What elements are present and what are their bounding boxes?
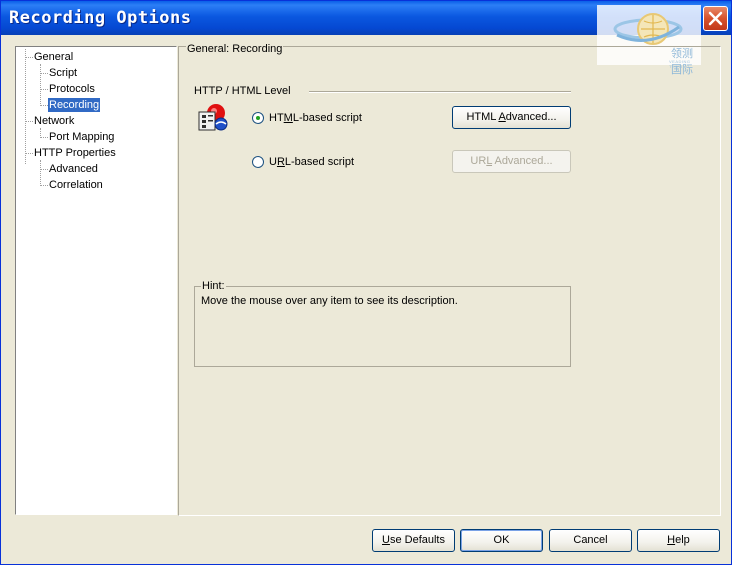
- use-defaults-button[interactable]: Use Defaults: [372, 529, 455, 552]
- recording-options-window: Recording Options 领测国际 VEADING TESTING G…: [0, 0, 732, 565]
- options-tree[interactable]: General Script Protocols Recording Netwo…: [15, 46, 177, 515]
- hint-text: Move the mouse over any item to see its …: [201, 295, 458, 307]
- tree-item-recording[interactable]: Recording: [48, 98, 101, 112]
- html-based-script-radio[interactable]: [252, 112, 264, 124]
- tree-connector: [25, 153, 33, 154]
- group-title-http-html-level: HTTP / HTML Level: [194, 85, 291, 97]
- html-based-script-label[interactable]: HTML-based script: [269, 112, 362, 124]
- tree-connector: [25, 49, 26, 164]
- tree-connector: [40, 169, 48, 170]
- tree-connector: [40, 137, 48, 138]
- tree-connector: [40, 105, 48, 106]
- tree-connector: [40, 89, 48, 90]
- close-button[interactable]: [703, 6, 728, 31]
- hint-title: Hint:: [201, 280, 226, 292]
- close-icon: [708, 11, 723, 26]
- tree-connector: [40, 185, 48, 186]
- tree-connector: [40, 64, 41, 106]
- html-advanced-button[interactable]: HTML Advanced...: [452, 106, 571, 129]
- tree-item-http-properties[interactable]: HTTP Properties: [33, 146, 117, 160]
- tree-item-port-mapping[interactable]: Port Mapping: [48, 130, 115, 144]
- url-based-script-radio[interactable]: [252, 156, 264, 168]
- url-based-script-label[interactable]: URL-based script: [269, 156, 354, 168]
- tree-connector: [25, 121, 33, 122]
- tree-item-network[interactable]: Network: [33, 114, 75, 128]
- window-title: Recording Options: [9, 8, 192, 28]
- tree-connector: [25, 57, 33, 58]
- globe-icon: [613, 13, 683, 45]
- tree-item-protocols[interactable]: Protocols: [48, 82, 96, 96]
- tree-item-advanced[interactable]: Advanced: [48, 162, 99, 176]
- group-separator: [309, 91, 571, 93]
- tree-connector: [40, 73, 48, 74]
- url-advanced-button[interactable]: URL Advanced...: [452, 150, 571, 173]
- tree-item-correlation[interactable]: Correlation: [48, 178, 104, 192]
- cancel-button[interactable]: Cancel: [549, 529, 632, 552]
- help-button[interactable]: Help: [637, 529, 720, 552]
- browser-script-icon: [198, 104, 228, 131]
- tree-item-general[interactable]: General: [33, 50, 74, 64]
- tree-connector: [40, 160, 41, 186]
- ok-button[interactable]: OK: [460, 529, 543, 552]
- panel-title: General: Recording: [186, 43, 284, 55]
- tree-item-script[interactable]: Script: [48, 66, 78, 80]
